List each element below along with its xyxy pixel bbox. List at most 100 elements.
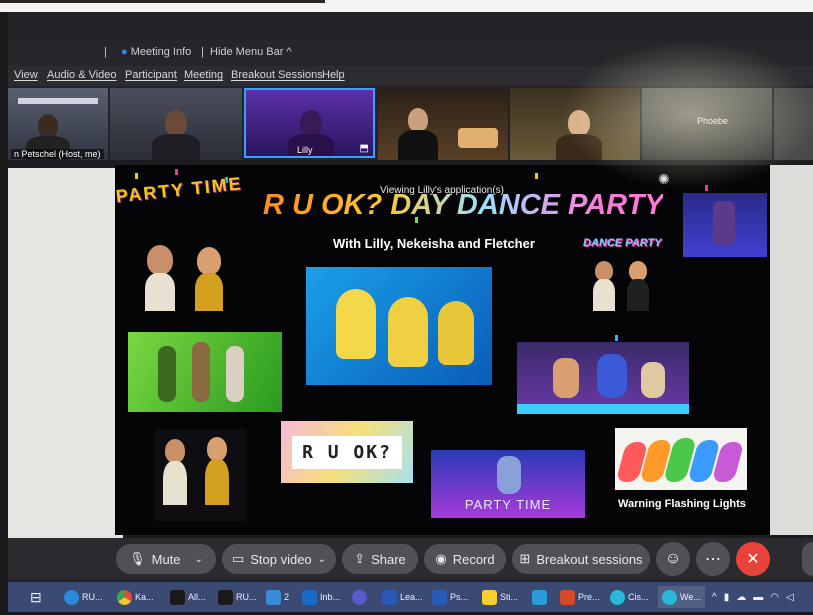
taskbar-label: Ps... — [450, 592, 469, 602]
taskbar-app-powerpoint[interactable]: Pre... — [560, 586, 600, 608]
menu-help[interactable]: Help — [322, 69, 345, 81]
camera-icon: ▭ — [231, 551, 245, 566]
photo-edge — [0, 0, 325, 3]
taskbar-app-outlook[interactable]: Inb... — [302, 586, 340, 608]
dance-video-thumbnail — [683, 193, 767, 257]
stop-video-button[interactable]: ▭ Stop video ⌄ — [222, 544, 336, 574]
confetti — [135, 173, 138, 179]
taskbar-app-mail[interactable]: 2 — [266, 586, 289, 608]
ruok-tile: R U OK? — [281, 421, 413, 483]
taskbar-app-teams-icon[interactable] — [352, 586, 367, 608]
webex-icon — [610, 589, 625, 605]
taskbar-label: Cis... — [628, 592, 649, 602]
taskbar-app-3[interactable]: All... — [170, 586, 206, 608]
chevron-down-icon[interactable]: ⌄ — [195, 554, 203, 565]
dancer-figure — [597, 354, 627, 398]
taskbar-app-webex[interactable]: We... — [658, 586, 705, 608]
taskbar-app-sticky[interactable]: Sti... — [482, 586, 518, 608]
volume-icon: ◁ — [785, 591, 794, 603]
participant-video-host[interactable]: n Petschel (Host, me) — [8, 88, 108, 160]
taskbar-app-chrome[interactable]: Ka... — [117, 586, 154, 608]
participant-video-lilly[interactable]: Lilly ⬒ — [244, 88, 375, 158]
shared-right-panel — [768, 165, 813, 535]
share-button[interactable]: ⇪ Share — [342, 544, 418, 574]
dancer-figure — [226, 346, 244, 402]
smiley-icon: ☺ — [664, 550, 682, 567]
menu-breakout-sessions[interactable]: Breakout Sessions — [231, 69, 323, 81]
lamp-glow — [458, 128, 498, 148]
person-body — [398, 130, 438, 160]
taskbar-app-store[interactable] — [532, 586, 547, 608]
ruok-text: R U OK? — [292, 435, 402, 469]
edge-icon — [64, 589, 79, 605]
dancer-figure — [158, 346, 176, 402]
breakout-sessions-button[interactable]: ⊞ Breakout sessions — [512, 544, 650, 574]
participant-video-phoebe[interactable]: Phoebe — [642, 88, 772, 160]
taskbar-app-word-1[interactable]: Lea... — [382, 586, 423, 608]
teams-icon — [352, 589, 367, 605]
taskbar-label: RU... — [82, 592, 103, 602]
taskbar-label: Ka... — [135, 592, 154, 602]
minion-figure — [388, 297, 428, 367]
menu-view[interactable]: View — [14, 69, 38, 81]
taskbar-label: Inb... — [320, 592, 341, 602]
party-time-video: PARTY TIME — [431, 450, 585, 518]
participant-video-7[interactable] — [774, 88, 813, 160]
chrome-icon — [117, 589, 132, 605]
breakout-icon: ⊞ — [519, 551, 531, 566]
bitmoji-body — [145, 273, 175, 311]
taskbar-label: Sti... — [500, 592, 519, 602]
taskbar-label: We... — [680, 592, 701, 602]
menu-audio-video[interactable]: Audio & Video — [47, 69, 117, 81]
task-view-button[interactable]: ⊟ — [30, 586, 42, 608]
party-time-banner: PARTY TIME — [114, 173, 244, 207]
green-dance-video — [128, 332, 282, 412]
taskbar-label: RU... — [236, 592, 257, 602]
taskbar-label: Pre... — [578, 592, 600, 602]
participant-video-4[interactable] — [378, 88, 508, 160]
taskbar-app-word-2[interactable]: Ps... — [432, 586, 468, 608]
taskbar-app-edge[interactable]: RU... — [64, 586, 103, 608]
hide-menu-bar-button[interactable]: Hide Menu Bar ^ — [210, 46, 292, 58]
participant-video-2[interactable] — [110, 88, 242, 160]
chevron-up-icon[interactable]: ^ — [712, 592, 717, 603]
record-button[interactable]: ◉ Record — [424, 544, 506, 574]
minion-figure — [438, 301, 474, 365]
reactions-button[interactable]: ☺ — [656, 542, 690, 576]
cloud-icon: ☁ — [736, 591, 747, 603]
taskbar-badge: 2 — [284, 592, 290, 602]
leave-button[interactable]: ✕ — [736, 542, 770, 576]
sticky-notes-icon — [482, 589, 497, 605]
person-body — [556, 134, 602, 160]
powerpoint-icon — [560, 589, 575, 605]
bitmoji-body — [205, 459, 229, 505]
share-icon: ⇪ — [354, 551, 366, 566]
chevron-down-icon[interactable]: ⌄ — [318, 554, 326, 565]
menu-participant[interactable]: Participant — [125, 69, 177, 81]
confetti — [705, 185, 708, 191]
mute-button[interactable]: 🎙︎ Mute ⌄ — [116, 544, 216, 574]
system-tray[interactable]: ^ ▮ ☁ ▬ ◠ ◁ — [712, 586, 794, 608]
confetti — [535, 173, 538, 179]
stop-video-label: Stop video — [250, 551, 312, 567]
person-head — [568, 110, 590, 136]
dancer-figure — [553, 358, 579, 398]
meeting-header: | ● Meeting Info | Hide Menu Bar ^ — [8, 40, 813, 66]
taskbar-app-cisco[interactable]: Cis... — [610, 586, 649, 608]
taskbar-app-4[interactable]: RU... — [218, 586, 257, 608]
mail-icon — [266, 589, 281, 605]
person-head — [38, 114, 58, 138]
meeting-info-button[interactable]: ● Meeting Info — [121, 46, 191, 58]
person-head — [408, 108, 428, 132]
side-panel-button[interactable] — [802, 542, 813, 576]
usb-icon: ▮ — [723, 591, 730, 603]
party-time-text: PARTY TIME — [464, 497, 552, 512]
dance-party-logo: DANCE PARTY — [581, 237, 671, 317]
participant-video-5[interactable] — [510, 88, 640, 160]
more-button[interactable]: ⋯ — [696, 542, 730, 576]
bitmoji-pair-2 — [155, 429, 247, 521]
menu-bar: View Audio & Video Participant Meeting B… — [8, 66, 813, 86]
record-label: Record — [452, 551, 495, 567]
menu-meeting[interactable]: Meeting — [184, 69, 223, 81]
share-indicator-icon: ⬒ — [359, 143, 369, 154]
